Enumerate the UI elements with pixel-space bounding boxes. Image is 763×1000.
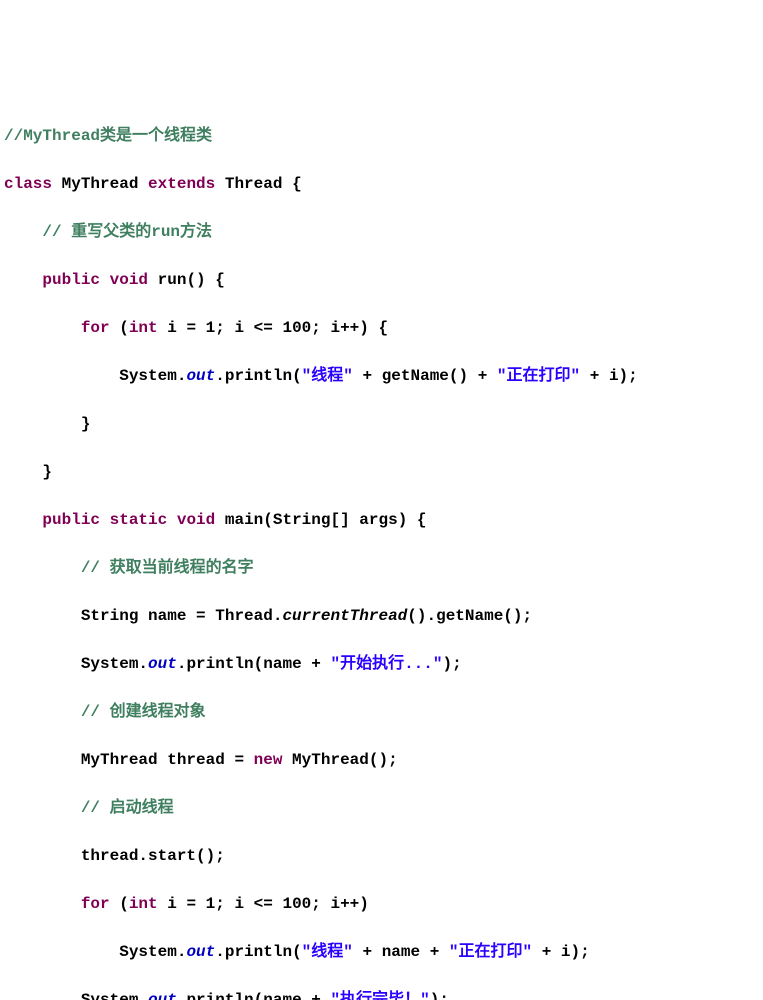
comment: // 启动线程 (81, 799, 174, 817)
string-literal: "正在打印" (449, 943, 532, 961)
code-line: System.out.println(name + "开始执行..."); (4, 652, 759, 676)
code-line: // 创建线程对象 (4, 700, 759, 724)
code-line: // 启动线程 (4, 796, 759, 820)
code-line: System.out.println("线程" + getName() + "正… (4, 364, 759, 388)
keyword-for: for (81, 319, 110, 337)
code-block: //MyThread类是一个线程类 class MyThread extends… (4, 100, 759, 1000)
method-currentThread: currentThread (282, 607, 407, 625)
class-name: MyThread (52, 175, 148, 193)
method-main: main (225, 511, 263, 529)
code-line: thread.start(); (4, 844, 759, 868)
code-line: MyThread thread = new MyThread(); (4, 748, 759, 772)
code-line: for (int i = 1; i <= 100; i++) (4, 892, 759, 916)
code-line: public static void main(String[] args) { (4, 508, 759, 532)
string-literal: "正在打印" (497, 367, 580, 385)
comment: // 创建线程对象 (81, 703, 206, 721)
code-line: System.out.println("线程" + name + "正在打印" … (4, 940, 759, 964)
code-line: // 获取当前线程的名字 (4, 556, 759, 580)
keyword-public: public (42, 511, 100, 529)
parent-class: Thread { (215, 175, 301, 193)
code-line: String name = Thread.currentThread().get… (4, 604, 759, 628)
string-literal: "开始执行..." (330, 655, 442, 673)
keyword-static: static (110, 511, 168, 529)
field-out: out (148, 991, 177, 1000)
comment: // 获取当前线程的名字 (81, 559, 254, 577)
string-literal: "线程" (302, 943, 353, 961)
keyword-void: void (110, 271, 148, 289)
code-line: System.out.println(name + "执行完毕！"); (4, 988, 759, 1000)
keyword-int: int (129, 895, 158, 913)
field-out: out (186, 943, 215, 961)
keyword-public: public (42, 271, 100, 289)
string-literal: "执行完毕！" (330, 991, 429, 1000)
brace-close: } (42, 463, 52, 481)
code-line: // 重写父类的run方法 (4, 220, 759, 244)
field-out: out (186, 367, 215, 385)
keyword-void: void (177, 511, 215, 529)
string-literal: "线程" (302, 367, 353, 385)
code-line: public void run() { (4, 268, 759, 292)
call-start: thread.start(); (81, 847, 225, 865)
code-line: } (4, 412, 759, 436)
code-line: class MyThread extends Thread { (4, 172, 759, 196)
code-line: } (4, 460, 759, 484)
keyword-extends: extends (148, 175, 215, 193)
field-out: out (148, 655, 177, 673)
code-line: for (int i = 1; i <= 100; i++) { (4, 316, 759, 340)
brace-close: } (81, 415, 91, 433)
comment: // 重写父类的run方法 (42, 223, 212, 241)
code-line: //MyThread类是一个线程类 (4, 124, 759, 148)
keyword-int: int (129, 319, 158, 337)
keyword-new: new (254, 751, 283, 769)
keyword-class: class (4, 175, 52, 193)
comment: //MyThread类是一个线程类 (4, 127, 212, 145)
keyword-for: for (81, 895, 110, 913)
method-run: run (158, 271, 187, 289)
